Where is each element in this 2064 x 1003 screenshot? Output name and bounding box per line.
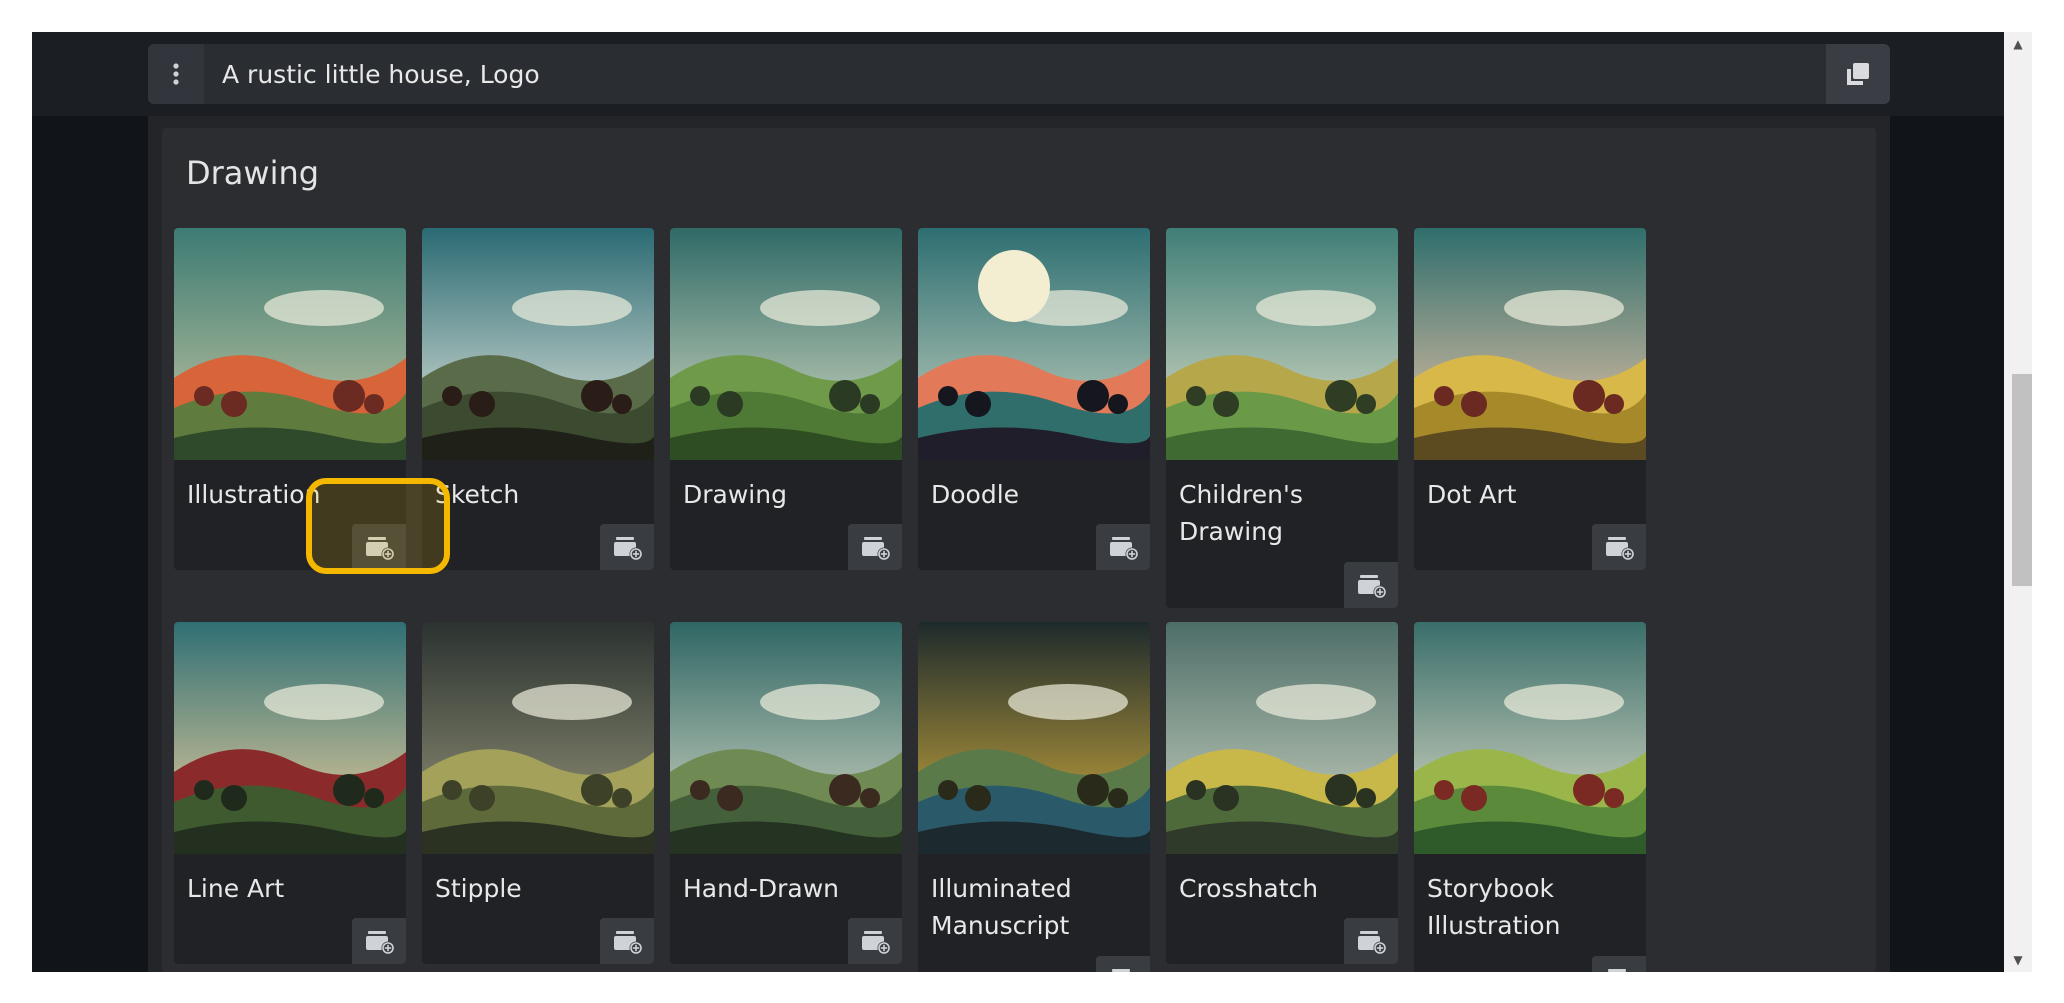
- style-card[interactable]: Drawing: [670, 228, 902, 570]
- style-card-label: Stipple: [435, 874, 522, 903]
- scroll-down-arrow[interactable]: ▼: [2004, 948, 2032, 972]
- style-card[interactable]: Children's Drawing: [1166, 228, 1398, 608]
- prompt-menu-button[interactable]: [148, 44, 204, 104]
- add-to-collection-icon: [1608, 969, 1626, 972]
- add-to-collection-icon: [1112, 969, 1130, 972]
- style-thumbnail: [1166, 622, 1398, 854]
- add-to-collection-button[interactable]: [1592, 524, 1646, 570]
- add-to-collection-icon: [1606, 537, 1635, 561]
- style-card[interactable]: Doodle: [918, 228, 1150, 570]
- style-card-label: Illuminated Manuscript: [931, 874, 1072, 940]
- style-card-label: Sketch: [435, 480, 520, 509]
- add-to-collection-button[interactable]: [848, 524, 902, 570]
- add-to-collection-icon: [1358, 575, 1387, 599]
- add-to-collection-icon: [862, 537, 891, 561]
- style-card[interactable]: Crosshatch: [1166, 622, 1398, 964]
- scrollbar-thumb[interactable]: [2012, 374, 2032, 586]
- style-thumbnail: [1414, 622, 1646, 854]
- add-to-collection-button[interactable]: [600, 524, 654, 570]
- style-card[interactable]: Storybook Illustration: [1414, 622, 1646, 972]
- add-to-collection-button[interactable]: [848, 918, 902, 964]
- style-card[interactable]: Illuminated Manuscript: [918, 622, 1150, 972]
- style-card-label: Drawing: [683, 480, 787, 509]
- copy-icon: [1847, 63, 1869, 85]
- style-thumbnail: [670, 622, 902, 854]
- vertical-dots-icon: [173, 63, 179, 85]
- style-card-label: Crosshatch: [1179, 874, 1319, 903]
- style-card-label: Children's Drawing: [1179, 480, 1303, 546]
- add-to-collection-button[interactable]: [1096, 956, 1150, 972]
- style-card-label: Line Art: [187, 874, 285, 903]
- add-to-collection-button[interactable]: [600, 918, 654, 964]
- right-gutter: [1890, 116, 2004, 972]
- page-scrollbar[interactable]: ▲ ▼: [2004, 32, 2032, 972]
- add-to-collection-button[interactable]: [352, 918, 406, 964]
- add-to-collection-icon: [862, 931, 891, 955]
- style-thumbnail: [422, 228, 654, 460]
- style-card[interactable]: Dot Art: [1414, 228, 1646, 570]
- add-to-collection-icon: [1358, 931, 1387, 955]
- left-gutter: [32, 116, 148, 972]
- style-thumbnail: [1414, 228, 1646, 460]
- style-card-label: Storybook Illustration: [1427, 874, 1561, 940]
- section-title: Drawing: [186, 154, 320, 192]
- style-thumbnail: [174, 622, 406, 854]
- style-thumbnail: [918, 228, 1150, 460]
- style-thumbnail: [422, 622, 654, 854]
- focus-highlight: [306, 478, 450, 574]
- style-thumbnail: [918, 622, 1150, 854]
- style-card-label: Hand-Drawn: [683, 874, 839, 903]
- style-card[interactable]: Sketch: [422, 228, 654, 570]
- style-thumbnail: [1166, 228, 1398, 460]
- style-card-label: Dot Art: [1427, 480, 1517, 509]
- add-to-collection-icon: [614, 931, 643, 955]
- style-card[interactable]: Line Art: [174, 622, 406, 964]
- add-to-collection-icon: [614, 537, 643, 561]
- scroll-up-arrow[interactable]: ▲: [2004, 32, 2032, 56]
- style-card-label: Doodle: [931, 480, 1020, 509]
- add-to-collection-button[interactable]: [1592, 956, 1646, 972]
- style-thumbnail: [670, 228, 902, 460]
- prompt-bar: [148, 44, 1890, 104]
- style-card[interactable]: Stipple: [422, 622, 654, 964]
- style-thumbnail: [174, 228, 406, 460]
- add-to-collection-icon: [1110, 537, 1139, 561]
- add-to-collection-icon: [366, 931, 395, 955]
- add-to-collection-button[interactable]: [1344, 918, 1398, 964]
- add-to-collection-button[interactable]: [1096, 524, 1150, 570]
- prompt-input[interactable]: [204, 44, 1818, 104]
- add-to-collection-button[interactable]: [1344, 562, 1398, 608]
- copy-button[interactable]: [1826, 44, 1890, 104]
- style-card[interactable]: Hand-Drawn: [670, 622, 902, 964]
